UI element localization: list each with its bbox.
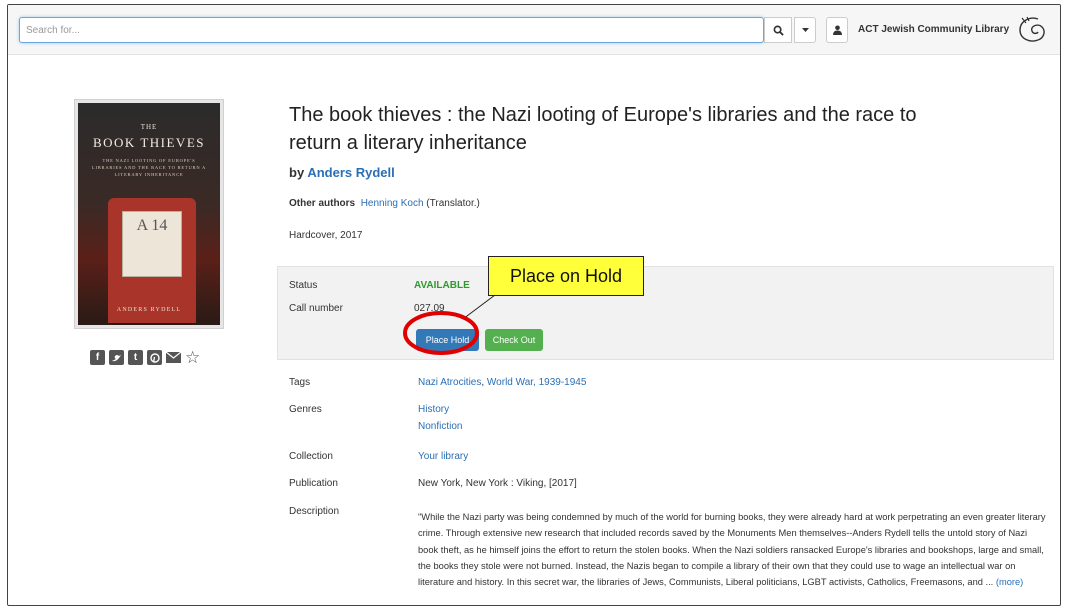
search-options-dropdown[interactable] [794, 17, 816, 43]
library-name[interactable]: ACT Jewish Community Library [858, 24, 1009, 35]
collection-label: Collection [289, 451, 333, 462]
genres-label: Genres [289, 404, 322, 415]
email-icon[interactable] [166, 350, 181, 365]
search-icon [773, 25, 784, 36]
status-label: Status [289, 280, 318, 291]
tag-link[interactable]: Nazi Atrocities [418, 377, 481, 388]
twitter-icon[interactable] [109, 350, 124, 365]
caret-down-icon [801, 27, 809, 32]
cover-label-text: A 14 [136, 217, 168, 234]
cover-subtitle: THE NAZI LOOTING OF EUROPE'S LIBRARIES A… [91, 158, 207, 177]
byline-prefix: by [289, 165, 305, 180]
publication-value: New York, New York : Viking, [2017] [418, 478, 577, 489]
tumblr-icon[interactable]: t [128, 350, 143, 365]
cover-label: A 14 [122, 211, 182, 277]
book-title: The book thieves : the Nazi looting of E… [289, 104, 917, 154]
more-link[interactable]: (more) [996, 577, 1023, 587]
cover-the: THE [140, 123, 158, 131]
browser-frame: ACT Jewish Community Library THE BOOK TH… [7, 4, 1061, 606]
collection-link[interactable]: Your library [418, 451, 468, 462]
other-author-role: (Translator.) [426, 198, 480, 209]
genre-link[interactable]: History [418, 404, 449, 415]
format-info: Hardcover, 2017 [289, 230, 363, 241]
account-button[interactable] [826, 17, 848, 43]
other-author-link[interactable]: Henning Koch [361, 198, 424, 209]
share-bar: f t ☆ [90, 349, 203, 366]
search-button[interactable] [764, 17, 792, 43]
availability-panel [277, 266, 1054, 360]
publication-label: Publication [289, 478, 338, 489]
star-icon[interactable]: ☆ [185, 349, 203, 366]
place-hold-button[interactable]: Place Hold [416, 329, 479, 351]
pinterest-icon[interactable] [147, 350, 162, 365]
other-authors: Other authors Henning Koch (Translator.) [289, 198, 480, 209]
call-number-label: Call number [289, 303, 343, 314]
library-logo-icon[interactable] [1016, 15, 1048, 45]
top-bar: ACT Jewish Community Library [8, 5, 1060, 55]
status-value: AVAILABLE [414, 280, 470, 291]
call-number-value: 027.09 [414, 303, 445, 314]
tags-value: Nazi Atrocities, World War, 1939-1945 [418, 377, 587, 388]
description-label: Description [289, 506, 340, 517]
cover-title: BOOK THIEVES [92, 135, 205, 150]
genre-link[interactable]: Nonfiction [418, 421, 462, 432]
facebook-icon[interactable]: f [90, 350, 105, 365]
other-authors-label: Other authors [289, 198, 356, 209]
search-input[interactable] [19, 17, 764, 43]
tag-link[interactable]: World War, 1939-1945 [487, 377, 587, 388]
user-icon [832, 25, 842, 35]
byline: by Anders Rydell [289, 165, 395, 180]
book-cover-image[interactable]: THE BOOK THIEVES THE NAZI LOOTING OF EUR… [75, 100, 223, 328]
author-link[interactable]: Anders Rydell [307, 165, 394, 180]
cover-author: ANDERS RYDELL [116, 307, 182, 313]
annotation-callout: Place on Hold [488, 256, 644, 296]
description-body: "While the Nazi party was being condemne… [418, 512, 1046, 588]
check-out-button[interactable]: Check Out [485, 329, 543, 351]
description-text: "While the Nazi party was being condemne… [418, 509, 1048, 590]
tags-label: Tags [289, 377, 311, 388]
